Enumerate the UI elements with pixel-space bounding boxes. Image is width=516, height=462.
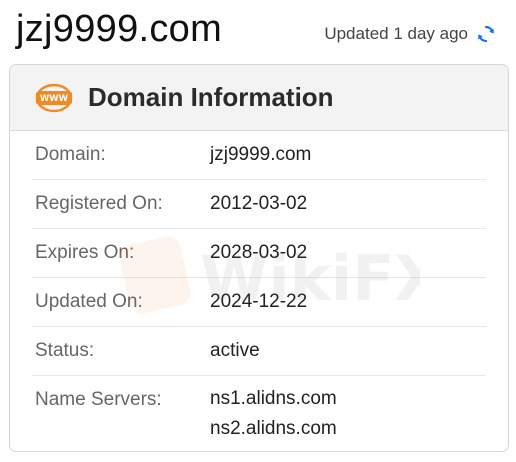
row-value: 2024-12-22 <box>210 291 308 312</box>
row-label: Domain: <box>35 144 106 165</box>
row-label: Status: <box>35 340 95 361</box>
row-value: 2012-03-02 <box>210 193 308 214</box>
name-server: ns2.alidns.com <box>210 418 337 439</box>
updated-status: Updated 1 day ago <box>324 24 496 44</box>
row-label: Registered On: <box>35 193 163 214</box>
card-title: Domain Information <box>88 82 334 112</box>
page-title: jzj9999.com <box>16 8 223 50</box>
info-rows: Domain: jzj9999.com Registered On: 2012-… <box>10 131 508 444</box>
row-value: jzj9999.com <box>210 144 312 165</box>
updated-text: Updated 1 day ago <box>324 24 468 43</box>
row-registered-on: Registered On: 2012-03-02 <box>32 180 486 229</box>
card-header: WWW Domain Information <box>10 65 508 131</box>
row-name-servers: Name Servers: ns1.alidns.com ns2.alidns.… <box>32 376 486 444</box>
row-label: Expires On: <box>35 242 135 263</box>
row-expires-on: Expires On: 2028-03-02 <box>32 229 486 278</box>
page: jzj9999.com Updated 1 day ago WWW Domain… <box>0 0 516 462</box>
row-label: Updated On: <box>35 291 143 312</box>
top-bar: jzj9999.com Updated 1 day ago <box>0 0 516 60</box>
row-value: 2028-03-02 <box>210 242 308 263</box>
refresh-icon[interactable] <box>476 24 496 44</box>
www-icon: WWW <box>34 78 74 118</box>
row-value: active <box>210 340 260 361</box>
svg-text:WWW: WWW <box>40 94 69 104</box>
row-updated-on: Updated On: 2024-12-22 <box>32 278 486 327</box>
row-domain: Domain: jzj9999.com <box>32 131 486 180</box>
row-label: Name Servers: <box>35 389 162 410</box>
domain-info-card: WWW Domain Information Domain: jzj9999.c… <box>9 64 509 452</box>
row-status: Status: active <box>32 327 486 376</box>
name-server: ns1.alidns.com <box>210 388 337 409</box>
name-server-list: ns1.alidns.com ns2.alidns.com <box>210 384 337 444</box>
